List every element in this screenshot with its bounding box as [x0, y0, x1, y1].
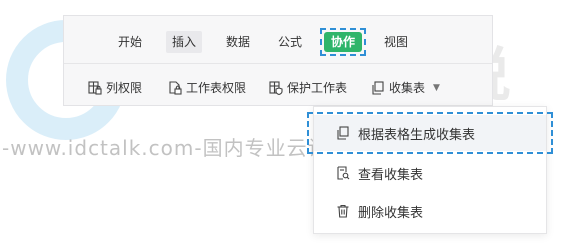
ribbon-tabs: 开始 插入 数据 公式 协作 视图: [64, 16, 492, 64]
tab-view[interactable]: 视图: [378, 31, 414, 53]
menu-item-label: 删除收集表: [358, 205, 424, 221]
column-permission-button[interactable]: 列权限: [88, 78, 142, 98]
column-permission-label: 列权限: [106, 81, 143, 95]
menu-item-delete-form[interactable]: 删除收集表: [314, 193, 546, 229]
trash-icon: [337, 204, 349, 218]
tab-insert[interactable]: 插入: [166, 31, 203, 53]
view-form-icon: [337, 166, 350, 180]
copy-icon: [337, 126, 349, 140]
tab-data[interactable]: 数据: [220, 31, 256, 53]
menu-item-label: 查看收集表: [358, 167, 424, 183]
collect-form-menu: 根据表格生成收集表 查看收集表 删除收集表: [307, 106, 553, 234]
tab-collaborate-label: 协作: [324, 32, 363, 52]
tab-collaborate[interactable]: 协作: [320, 28, 367, 56]
column-permission-icon: [88, 81, 102, 95]
ribbon-panel: 开始 插入 数据 公式 协作 视图 列权限 工作表权限 保护工作表 收集表 ▼: [63, 15, 493, 106]
protect-sheet-label: 保护工作表: [287, 81, 348, 95]
menu-item-generate-form[interactable]: 根据表格生成收集表: [307, 112, 553, 154]
protect-sheet-icon: [269, 81, 283, 95]
chevron-down-icon[interactable]: ▼: [433, 78, 440, 98]
sheet-permission-icon: [169, 81, 182, 95]
collect-form-icon: [372, 81, 384, 95]
sheet-permission-button[interactable]: 工作表权限: [168, 78, 246, 98]
tab-start[interactable]: 开始: [112, 31, 148, 53]
protect-sheet-button[interactable]: 保护工作表: [269, 78, 347, 98]
menu-item-view-form[interactable]: 查看收集表: [314, 155, 546, 191]
menu-item-label: 根据表格生成收集表: [358, 127, 476, 143]
collect-form-label: 收集表: [389, 81, 426, 95]
collect-form-button[interactable]: 收集表 ▼: [371, 78, 440, 98]
tab-formula[interactable]: 公式: [272, 31, 308, 53]
sheet-permission-label: 工作表权限: [186, 81, 247, 95]
ribbon-divider: [64, 63, 492, 64]
